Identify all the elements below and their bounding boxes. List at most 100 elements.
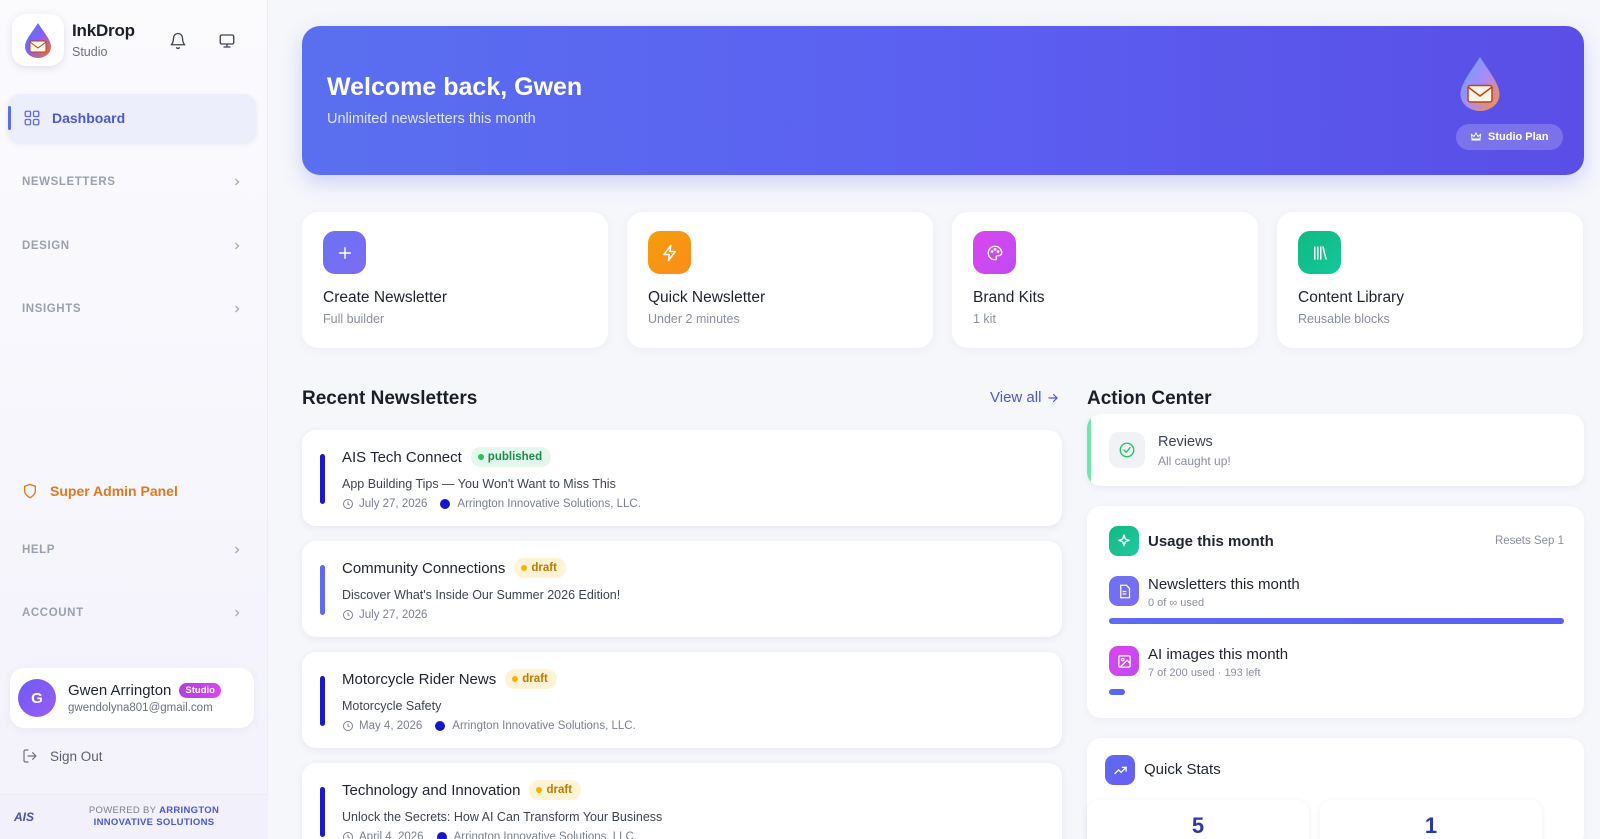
usage-title: Usage this month [1148,533,1274,550]
quick-action-subtitle: Full builder [323,312,385,326]
chevron-right-icon [235,609,240,617]
avatar: G [18,679,56,717]
nav-section-help[interactable]: HELP [22,540,242,560]
newsletter-subtitle: Motorcycle Safety [342,699,442,713]
status-badge: draft [505,669,557,689]
newsletter-org: Arrington Innovative Solutions, LLC. [457,498,641,510]
brand-name: InkDrop [72,21,135,40]
brand-kits-card[interactable]: Brand Kits 1 kit [952,212,1258,348]
nav-section-design[interactable]: DESIGN [22,236,242,256]
shield-icon [24,483,36,499]
reviews-card[interactable]: Reviews All caught up! [1087,414,1584,486]
newsletter-card[interactable]: Community Connections draft Discover Wha… [302,541,1062,637]
quick-action-subtitle: Under 2 minutes [648,312,740,326]
welcome-title: Welcome back, Gwen [327,73,583,101]
powered-by-footer: AIS POWERED BY ARRINGTON INNOVATIVE SOLU… [0,794,268,839]
newsletter-accent-bar [320,787,325,837]
status-badge: draft [514,558,566,578]
sign-out-button[interactable]: Sign Out [22,748,103,764]
super-admin-label: Super Admin Panel [50,483,178,499]
action-center-title: Action Center [1087,388,1212,409]
stat-value: 1 [1424,813,1438,838]
newsletter-accent-bar [320,454,325,504]
org-color-dot [436,832,447,839]
powered-by-prefix: POWERED BY [88,805,157,816]
status-badge: draft [529,780,582,800]
newsletter-subtitle: Unlock the Secrets: How AI Can Transform… [342,810,663,824]
clock-icon [343,610,353,620]
newsletter-card[interactable]: Motorcycle Rider News draft Motorcycle S… [302,652,1062,748]
monitor-icon[interactable] [216,30,238,52]
chevron-right-icon [235,178,240,186]
chevron-right-icon [235,546,240,554]
welcome-banner: Welcome back, Gwen Unlimited newsletters… [302,26,1584,175]
clock-icon [343,832,353,839]
clock-icon [343,499,353,509]
library-icon [1298,231,1341,274]
user-card[interactable]: G Gwen Arrington Studio gwendolyna801@gm… [10,668,254,728]
stat-box: 5 [1087,800,1309,839]
usage-reset: Resets Sep 1 [1494,535,1564,547]
quick-newsletter-card[interactable]: Quick Newsletter Under 2 minutes [627,212,933,348]
crown-icon [1470,131,1482,141]
view-all-link[interactable]: View all [990,389,1060,406]
newsletter-card[interactable]: Technology and Innovation draft Unlock t… [302,763,1062,839]
newsletter-subtitle: Discover What's Inside Our Summer 2026 E… [342,588,621,602]
trending-up-icon [1105,755,1135,785]
nav-section-newsletters[interactable]: NEWSLETTERS [22,172,242,192]
chevron-right-icon [235,242,240,250]
create-newsletter-card[interactable]: Create Newsletter Full builder [302,212,608,348]
quick-action-title: Brand Kits [973,289,1045,306]
status-badge: published [470,447,552,467]
user-name: Gwen Arrington [68,682,172,699]
clock-icon [343,721,353,731]
newsletter-subtitle: App Building Tips — You Won't Want to Mi… [342,477,616,491]
inkdrop-logo-icon [1460,57,1500,111]
studio-plan-button[interactable]: Studio Plan [1456,124,1563,150]
plan-badge: Studio [179,683,221,698]
newsletter-org: Arrington Innovative Solutions, LLC. [452,720,636,732]
newsletter-date: May 4, 2026 [359,720,423,732]
stat-box: 1 [1320,800,1542,839]
nav-section-label: ACCOUNT [22,607,84,619]
org-color-dot [440,499,451,509]
palette-icon [973,231,1016,274]
stat-value: 5 [1191,813,1205,838]
newsletter-org: Arrington Innovative Solutions, LLC. [453,831,638,839]
usage-item-sub: 0 of ∞ used [1148,597,1205,609]
user-email: gwendolyna801@gmail.com [68,702,213,714]
usage-item-sub: 7 of 200 used · 193 left [1148,667,1261,679]
content-library-card[interactable]: Content Library Reusable blocks [1277,212,1583,348]
nav-dashboard[interactable]: Dashboard [8,94,256,142]
sign-out-icon [23,749,37,763]
reviews-status: All caught up! [1158,454,1231,468]
usage-progress-bar [1109,618,1564,624]
nav-section-label: INSIGHTS [22,303,82,315]
bell-icon[interactable] [167,30,189,52]
newsletter-date: April 4, 2026 [359,831,424,839]
newsletter-title: Motorcycle Rider News [342,670,497,688]
newsletter-title: Technology and Innovation [342,781,521,799]
arrow-right-icon [1048,393,1059,402]
recent-newsletters-title: Recent Newsletters [302,388,478,409]
quick-action-title: Create Newsletter [323,289,448,306]
newsletter-date: July 27, 2026 [359,498,428,510]
usage-progress-bar [1109,689,1564,695]
lightning-icon [648,231,691,274]
quick-action-title: Quick Newsletter [648,289,766,306]
grid-icon [24,110,40,126]
document-icon [1109,576,1139,606]
usage-item-title: Newsletters this month [1148,576,1300,593]
newsletter-date: July 27, 2026 [359,609,428,621]
nav-dashboard-label: Dashboard [52,110,126,126]
reviews-title: Reviews [1158,434,1213,450]
newsletter-card[interactable]: AIS Tech Connect published App Building … [302,430,1062,526]
nav-section-label: HELP [22,544,56,556]
sparkle-icon [1109,526,1139,556]
nav-section-insights[interactable]: INSIGHTS [22,299,242,319]
brand-subtitle: Studio [72,45,108,59]
super-admin-link[interactable]: Super Admin Panel [22,482,178,500]
quick-action-subtitle: 1 kit [973,312,996,326]
brand[interactable]: InkDrop Studio [12,14,135,66]
nav-section-account[interactable]: ACCOUNT [22,603,242,623]
